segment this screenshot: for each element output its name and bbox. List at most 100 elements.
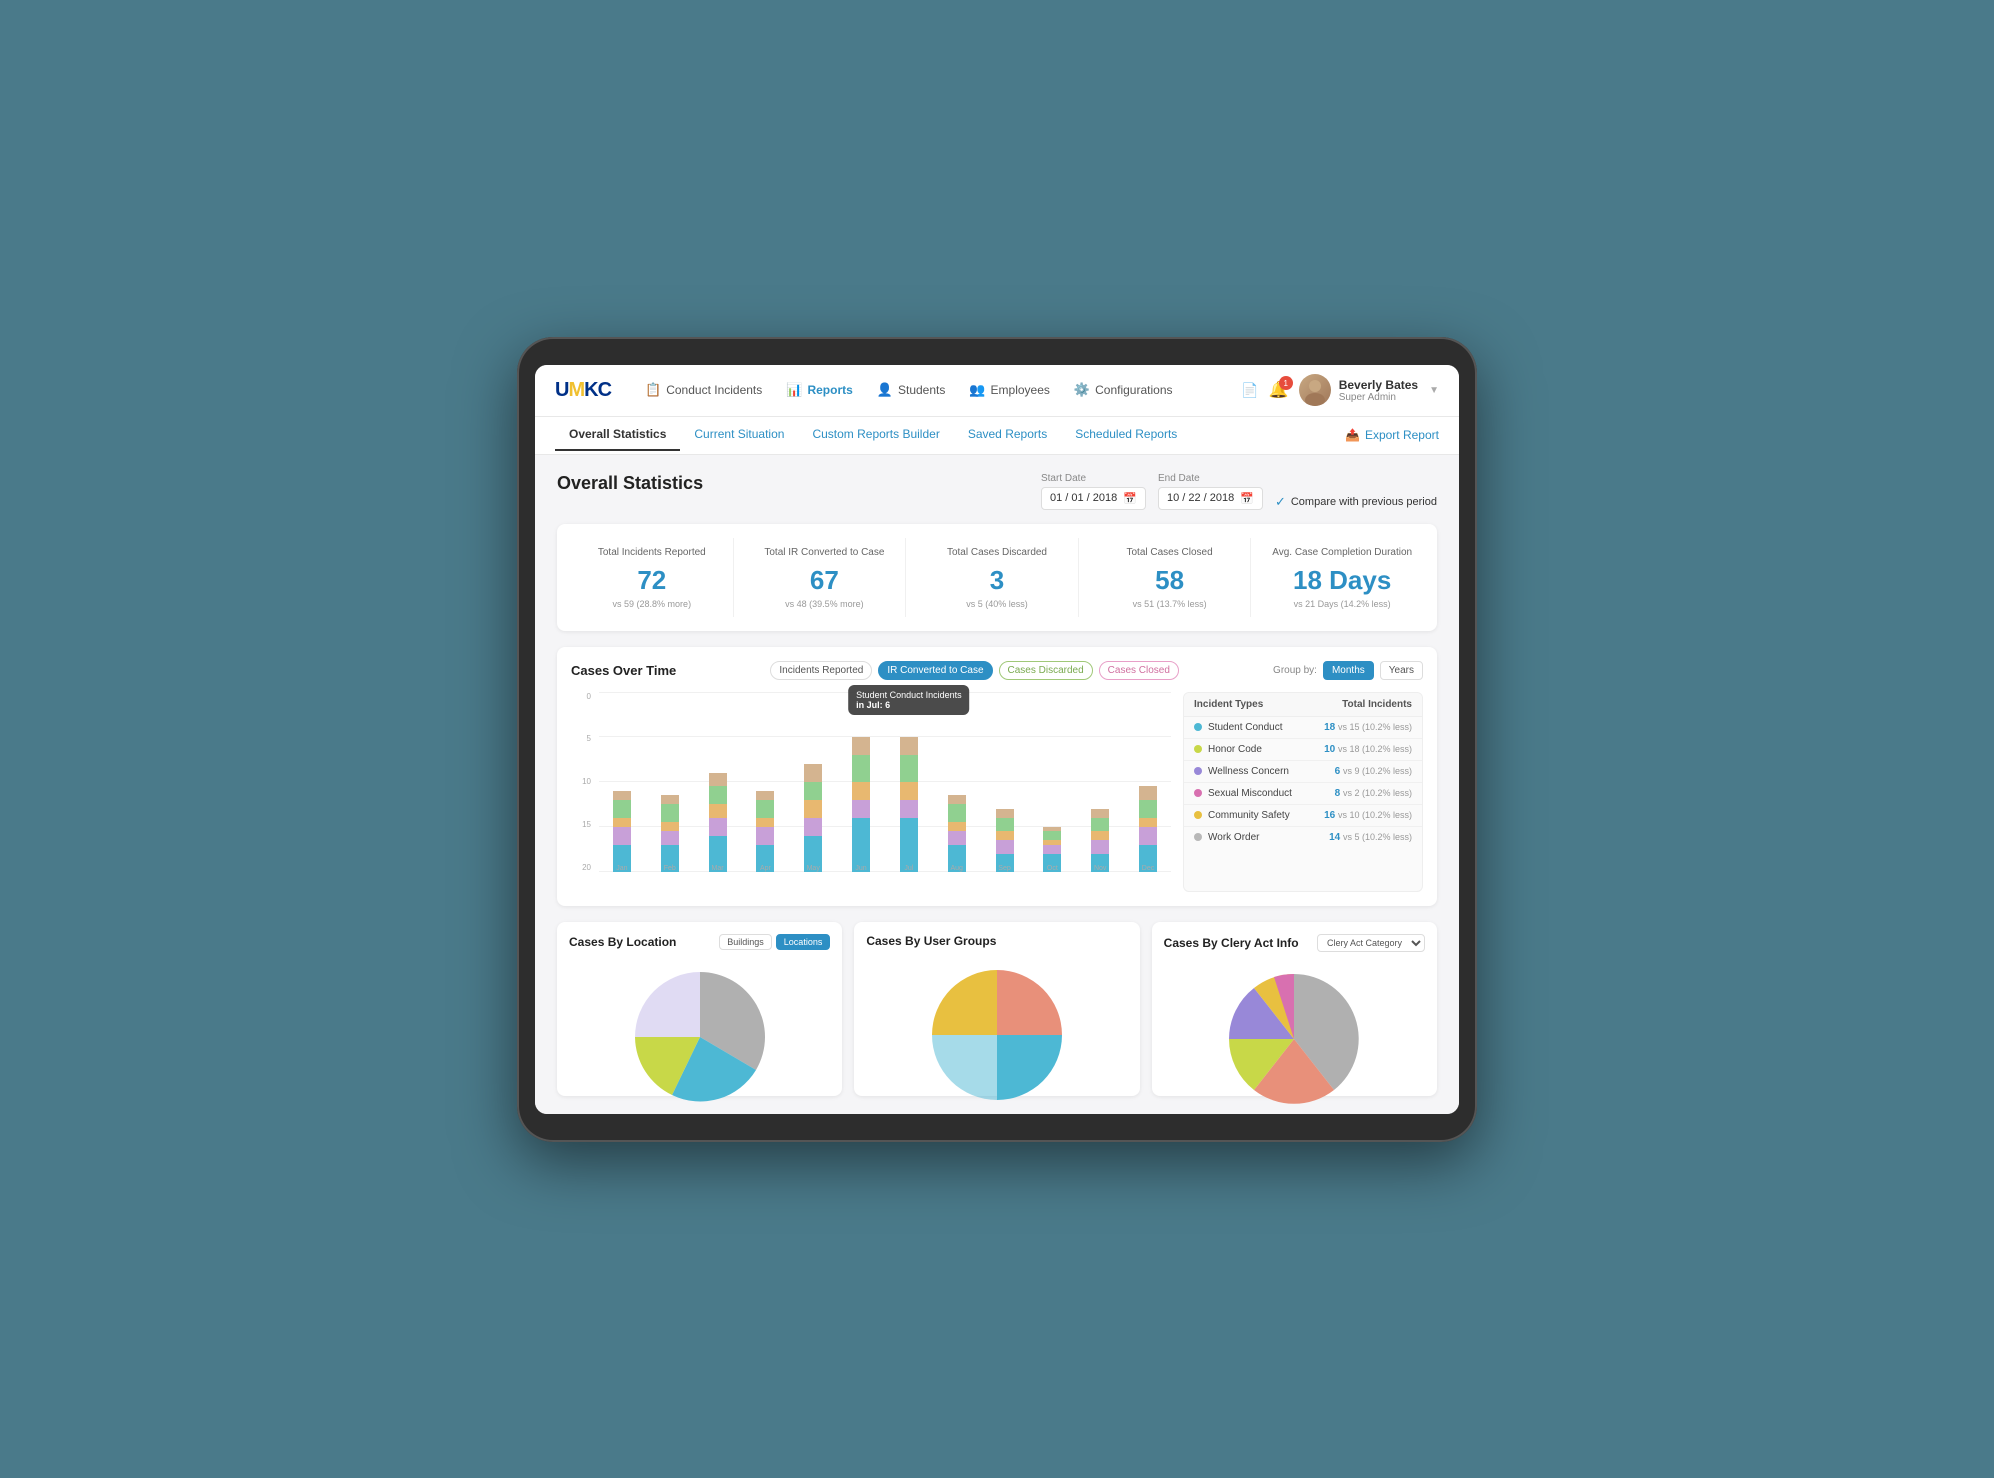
locations-button[interactable]: Locations (776, 934, 831, 950)
usergroups-pie-svg (922, 960, 1072, 1080)
location-pie-svg (625, 962, 775, 1082)
incident-row-5: Work Order 14 vs 5 (10.2% less) (1184, 827, 1422, 848)
tablet-screen: UMKC 📋 Conduct Incidents 📊 Reports 👤 Stu… (535, 365, 1459, 1114)
chart-filters: Incidents Reported IR Converted to Case … (770, 661, 1179, 680)
top-nav: UMKC 📋 Conduct Incidents 📊 Reports 👤 Stu… (535, 365, 1459, 417)
bar-group-Jul: Student Conduct Incidentsin Jul: 6Jul (886, 692, 932, 872)
main-content: Overall Statistics Start Date 01 / 01 / … (535, 455, 1459, 1114)
location-filters: Buildings Locations (719, 934, 830, 950)
bar-chart-wrap: 20151050 JanFebMarAprMayJunStudent Condu… (571, 692, 1171, 892)
sub-nav: Overall Statistics Current Situation Cus… (535, 417, 1459, 455)
group-years[interactable]: Years (1380, 661, 1423, 680)
bar-group-Nov: Nov (1077, 692, 1123, 872)
user-menu[interactable]: Beverly Bates Super Admin ▼ (1299, 374, 1439, 406)
end-date-input[interactable]: 10 / 22 / 2018 📅 (1158, 487, 1263, 510)
group-months[interactable]: Months (1323, 661, 1374, 680)
bar-chart: 20151050 JanFebMarAprMayJunStudent Condu… (571, 692, 1171, 892)
reports-icon: 📊 (786, 382, 802, 398)
usergroups-header: Cases By User Groups (866, 934, 1127, 948)
usergroups-pie (866, 956, 1127, 1080)
clery-header: Cases By Clery Act Info Clery Act Catego… (1164, 934, 1425, 952)
bar-group-Jan: Jan (599, 692, 645, 872)
chart-title: Cases Over Time (571, 663, 676, 678)
incident-row-1: Honor Code 10 vs 18 (10.2% less) (1184, 739, 1422, 761)
filter-incidents[interactable]: Incidents Reported (770, 661, 872, 680)
conduct-icon: 📋 (645, 382, 661, 398)
clery-pie (1164, 960, 1425, 1084)
nav-students[interactable]: 👤 Students (867, 376, 956, 404)
location-section: Cases By Location Buildings Locations (557, 922, 842, 1096)
filter-closed[interactable]: Cases Closed (1099, 661, 1179, 680)
check-icon: ✓ (1275, 494, 1286, 510)
export-report-button[interactable]: 📤 Export Report (1345, 428, 1439, 442)
sub-nav-items: Overall Statistics Current Situation Cus… (555, 419, 1345, 451)
incident-table-header: Incident Types Total Incidents (1184, 693, 1422, 717)
students-icon: 👤 (877, 382, 893, 398)
incident-dot-0 (1194, 723, 1202, 731)
incident-row-0: Student Conduct 18 vs 15 (10.2% less) (1184, 717, 1422, 739)
bar-group-Jun: Jun (838, 692, 884, 872)
nav-reports[interactable]: 📊 Reports (776, 376, 863, 404)
clery-section: Cases By Clery Act Info Clery Act Catego… (1152, 922, 1437, 1096)
subnav-current[interactable]: Current Situation (680, 419, 798, 451)
subnav-saved[interactable]: Saved Reports (954, 419, 1061, 451)
nav-conduct[interactable]: 📋 Conduct Incidents (635, 376, 772, 404)
bar-group-Oct: Oct (1029, 692, 1075, 872)
incident-row-4: Community Safety 16 vs 10 (10.2% less) (1184, 805, 1422, 827)
employees-icon: 👥 (969, 382, 985, 398)
stat-card-3: Total Cases Closed 58 vs 51 (13.7% less) (1089, 538, 1252, 617)
location-pie (569, 958, 830, 1082)
incident-dot-1 (1194, 745, 1202, 753)
bar-group-May: May (790, 692, 836, 872)
clery-pie-svg (1219, 964, 1369, 1084)
tablet-frame: UMKC 📋 Conduct Incidents 📊 Reports 👤 Stu… (517, 337, 1477, 1142)
subnav-scheduled[interactable]: Scheduled Reports (1061, 419, 1191, 451)
bar-group-Sep: Sep (982, 692, 1028, 872)
stat-cards: Total Incidents Reported 72 vs 59 (28.8%… (557, 524, 1437, 631)
stats-header: Overall Statistics Start Date 01 / 01 / … (557, 473, 1437, 510)
export-icon: 📤 (1345, 428, 1360, 442)
stat-card-4: Avg. Case Completion Duration 18 Days vs… (1261, 538, 1423, 617)
bar-group-Dec: Dec (1125, 692, 1171, 872)
clery-select[interactable]: Clery Act Category (1317, 934, 1425, 952)
end-date-field: End Date 10 / 22 / 2018 📅 (1158, 473, 1263, 510)
bell-button[interactable]: 🔔 1 (1269, 380, 1289, 400)
incident-dot-3 (1194, 789, 1202, 797)
date-range: Start Date 01 / 01 / 2018 📅 End Date 10 … (1041, 473, 1437, 510)
chart-body: 20151050 JanFebMarAprMayJunStudent Condu… (571, 692, 1423, 892)
usergroups-section: Cases By User Groups (854, 922, 1139, 1096)
subnav-overall[interactable]: Overall Statistics (555, 419, 680, 451)
page-title: Overall Statistics (557, 473, 703, 494)
chart-header: Cases Over Time Incidents Reported IR Co… (571, 661, 1423, 680)
user-text: Beverly Bates Super Admin (1339, 378, 1418, 403)
incident-row-2: Wellness Concern 6 vs 9 (10.2% less) (1184, 761, 1422, 783)
subnav-custom[interactable]: Custom Reports Builder (798, 419, 953, 451)
incident-dot-2 (1194, 767, 1202, 775)
notes-icon[interactable]: 📄 (1241, 382, 1258, 399)
bottom-charts: Cases By Location Buildings Locations (557, 922, 1437, 1096)
nav-right: 📄 🔔 1 Beverly Bates Super Admin (1241, 374, 1439, 406)
notification-badge: 1 (1279, 376, 1293, 390)
filter-discarded[interactable]: Cases Discarded (999, 661, 1093, 680)
avatar (1299, 374, 1331, 406)
incident-rows: Student Conduct 18 vs 15 (10.2% less) Ho… (1184, 717, 1422, 848)
calendar-icon-end: 📅 (1240, 492, 1254, 505)
filter-converted[interactable]: IR Converted to Case (878, 661, 992, 680)
incident-row-3: Sexual Misconduct 8 vs 2 (10.2% less) (1184, 783, 1422, 805)
logo[interactable]: UMKC (555, 379, 611, 402)
chart-section: Cases Over Time Incidents Reported IR Co… (557, 647, 1437, 906)
buildings-button[interactable]: Buildings (719, 934, 772, 950)
nav-configurations[interactable]: ⚙️ Configurations (1064, 376, 1183, 404)
bar-group-Feb: Feb (647, 692, 693, 872)
stat-card-0: Total Incidents Reported 72 vs 59 (28.8%… (571, 538, 734, 617)
stat-card-2: Total Cases Discarded 3 vs 5 (40% less) (916, 538, 1079, 617)
bar-group-Aug: Aug (934, 692, 980, 872)
bar-group-Mar: Mar (695, 692, 741, 872)
compare-checkbox[interactable]: ✓ Compare with previous period (1275, 494, 1437, 510)
y-axis: 20151050 (571, 692, 595, 872)
group-by: Group by: Months Years (1273, 661, 1423, 680)
calendar-icon: 📅 (1123, 492, 1137, 505)
nav-employees[interactable]: 👥 Employees (959, 376, 1060, 404)
chevron-down-icon: ▼ (1429, 385, 1439, 396)
start-date-input[interactable]: 01 / 01 / 2018 📅 (1041, 487, 1146, 510)
